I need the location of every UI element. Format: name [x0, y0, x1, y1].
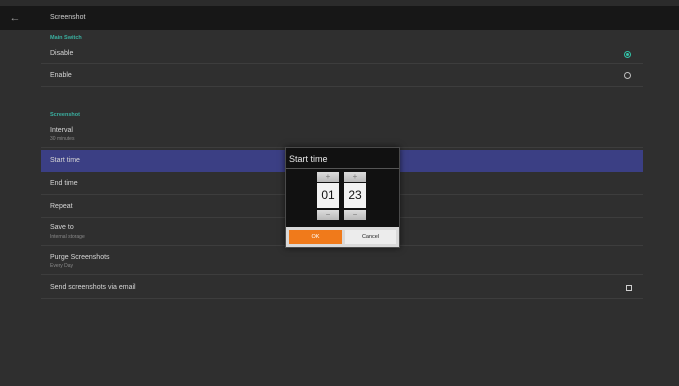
cancel-button[interactable]: Cancel: [345, 230, 396, 244]
radio-enable[interactable]: [624, 72, 631, 79]
settings-screen: ← Screenshot Main Switch Disable Enable …: [0, 0, 679, 386]
setting-label: Send screenshots via email: [50, 284, 136, 291]
setting-label: Save to: [50, 224, 74, 231]
title-bar: ← Screenshot: [0, 6, 679, 30]
option-disable[interactable]: Disable: [41, 42, 643, 64]
minute-value[interactable]: 23: [344, 183, 366, 208]
hour-picker[interactable]: + 01 −: [317, 172, 339, 222]
setting-interval[interactable]: Interval 30 minutes: [41, 120, 643, 148]
setting-label: Purge Screenshots: [50, 254, 110, 261]
option-enable[interactable]: Enable: [41, 65, 643, 87]
option-label: Enable: [50, 72, 72, 79]
section-header-main-switch: Main Switch: [50, 35, 82, 41]
setting-value: 30 minutes: [50, 136, 75, 142]
ok-button[interactable]: OK: [289, 230, 342, 244]
hour-value[interactable]: 01: [317, 183, 339, 208]
setting-label: Interval: [50, 127, 73, 134]
setting-email[interactable]: Send screenshots via email: [41, 277, 643, 299]
dialog-title: Start time: [289, 154, 328, 164]
arrow-left-icon[interactable]: ←: [8, 10, 22, 26]
dialog-divider: [286, 168, 399, 169]
email-checkbox[interactable]: [626, 285, 632, 291]
setting-label: Start time: [50, 157, 80, 164]
section-header-screenshot: Screenshot: [50, 112, 80, 118]
minute-picker[interactable]: + 23 −: [344, 172, 366, 222]
hour-decrement-button[interactable]: −: [317, 210, 339, 220]
dialog-button-bar: OK Cancel: [286, 227, 399, 247]
page-title: Screenshot: [50, 14, 86, 21]
radio-disable[interactable]: [624, 51, 631, 58]
option-label: Disable: [50, 50, 74, 57]
minute-decrement-button[interactable]: −: [344, 210, 366, 220]
start-time-dialog: Start time + 01 − + 23 − OK Cancel: [285, 147, 400, 248]
minute-increment-button[interactable]: +: [344, 172, 366, 182]
setting-label: End time: [50, 180, 78, 187]
setting-value: Every Day: [50, 263, 74, 269]
hour-increment-button[interactable]: +: [317, 172, 339, 182]
setting-value: Internal storage: [50, 234, 85, 240]
setting-purge[interactable]: Purge Screenshots Every Day: [41, 248, 643, 275]
setting-label: Repeat: [50, 203, 73, 210]
